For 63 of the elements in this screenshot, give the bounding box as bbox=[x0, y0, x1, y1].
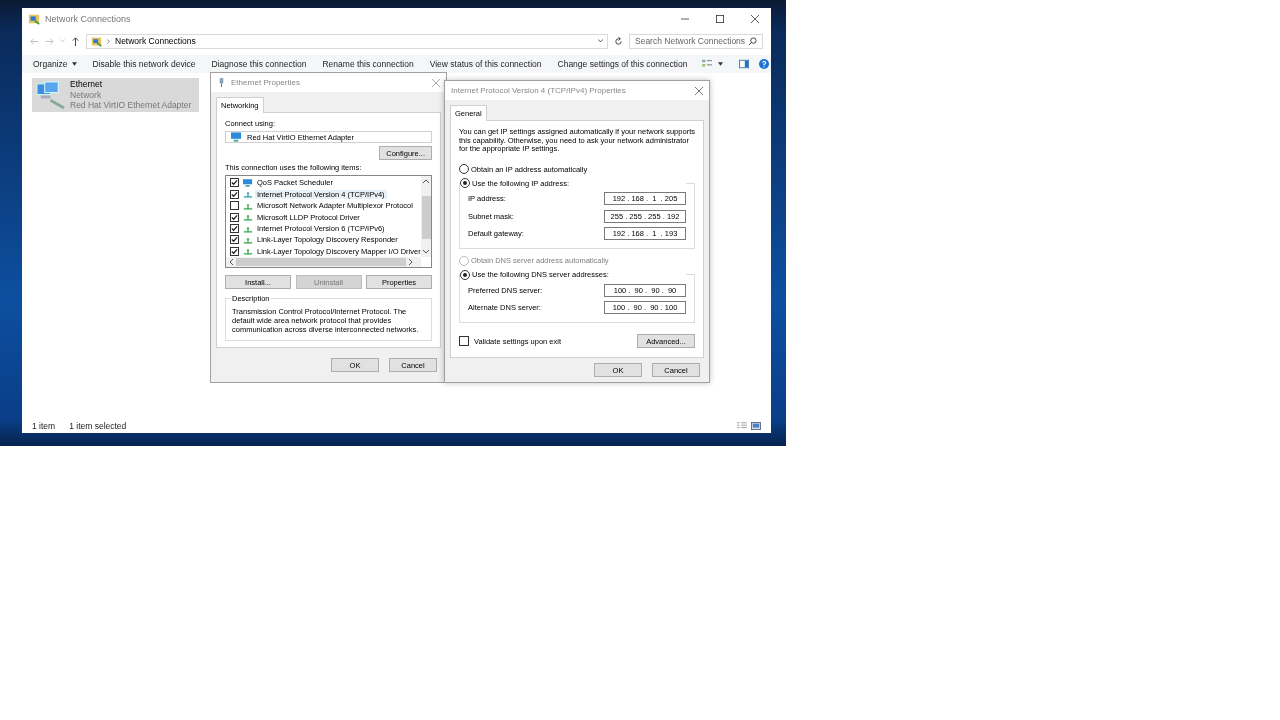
scroll-left-icon[interactable] bbox=[229, 259, 233, 265]
protocol-icon bbox=[243, 201, 253, 210]
protocol-icon bbox=[243, 190, 253, 199]
monitor-icon bbox=[243, 178, 253, 187]
connection-name: Ethernet bbox=[70, 79, 104, 90]
protocol-icon bbox=[243, 247, 253, 256]
up-arrow-icon[interactable] bbox=[71, 36, 80, 46]
scroll-up-icon[interactable] bbox=[423, 179, 429, 184]
caret-icon[interactable] bbox=[718, 62, 724, 66]
radio-button[interactable] bbox=[460, 178, 470, 189]
scroll-down-icon[interactable] bbox=[423, 250, 429, 254]
preview-pane-icon[interactable] bbox=[739, 59, 750, 69]
checkbox[interactable] bbox=[459, 336, 469, 347]
checkbox[interactable] bbox=[230, 189, 239, 199]
network-connection-item[interactable]: Ethernet Network Red Hat VirtIO Ethernet Adapter bbox=[32, 78, 199, 112]
help-icon[interactable] bbox=[759, 59, 770, 69]
large-icons-view-icon[interactable] bbox=[751, 422, 761, 430]
chevron-right-icon bbox=[107, 38, 110, 44]
search-field[interactable]: Search Network Connections bbox=[629, 33, 763, 49]
radio-button[interactable] bbox=[460, 269, 470, 280]
checkbox[interactable] bbox=[230, 224, 239, 233]
window-title: Network Connections bbox=[45, 14, 131, 24]
view-options-icon[interactable] bbox=[702, 59, 713, 69]
protocol-icon bbox=[243, 213, 253, 222]
checkbox[interactable] bbox=[230, 178, 239, 188]
breadcrumb-item[interactable]: Network Connections bbox=[115, 36, 196, 46]
close-icon[interactable] bbox=[695, 86, 703, 95]
chevron-down-icon[interactable] bbox=[598, 39, 603, 43]
protocol-icon bbox=[243, 235, 253, 244]
status-text: 1 item selected bbox=[69, 421, 127, 431]
checkbox[interactable] bbox=[230, 246, 239, 256]
search-icon bbox=[748, 36, 757, 46]
checkbox[interactable] bbox=[230, 235, 239, 245]
scroll-right-icon[interactable] bbox=[409, 259, 413, 265]
network-adapter-icon bbox=[217, 78, 226, 87]
connection-status: Network bbox=[70, 89, 103, 101]
dialog-title: Ethernet Properties bbox=[231, 78, 300, 87]
checkbox[interactable] bbox=[230, 201, 239, 211]
toolbar-button[interactable]: View status of this connection bbox=[422, 59, 549, 69]
radio-button[interactable] bbox=[459, 164, 469, 175]
network-folder-icon bbox=[28, 13, 40, 25]
maximize-icon[interactable] bbox=[716, 15, 724, 23]
refresh-icon[interactable] bbox=[614, 36, 623, 46]
monitor-icon bbox=[231, 132, 242, 143]
network-folder-icon bbox=[91, 35, 102, 47]
checkbox[interactable] bbox=[230, 212, 239, 222]
computer-network-icon bbox=[35, 80, 66, 110]
vertical-scrollbar[interactable] bbox=[421, 176, 431, 257]
toolbar-button[interactable]: Change settings of this connection bbox=[550, 59, 695, 69]
scroll-thumb[interactable] bbox=[421, 196, 431, 239]
toolbar-button[interactable]: Diagnose this connection bbox=[204, 59, 314, 69]
toolbar-button[interactable]: Disable this network device bbox=[85, 59, 203, 69]
adapter-name: Red Hat VirtIO Ethernet Adapter bbox=[70, 100, 192, 111]
caret-icon bbox=[71, 62, 77, 66]
toolbar-button[interactable]: Organize bbox=[26, 59, 84, 69]
protocol-icon bbox=[243, 224, 253, 233]
toolbar-button[interactable]: Rename this connection bbox=[315, 59, 421, 69]
scroll-thumb[interactable] bbox=[236, 258, 406, 266]
status-text: 1 item bbox=[32, 421, 56, 431]
close-icon[interactable] bbox=[751, 15, 759, 23]
address-field[interactable]: Network Connections bbox=[86, 33, 608, 49]
dialog-title: Internet Protocol Version 4 (TCP/IPv4) Properties bbox=[451, 86, 626, 95]
horizontal-scrollbar[interactable] bbox=[226, 257, 421, 267]
